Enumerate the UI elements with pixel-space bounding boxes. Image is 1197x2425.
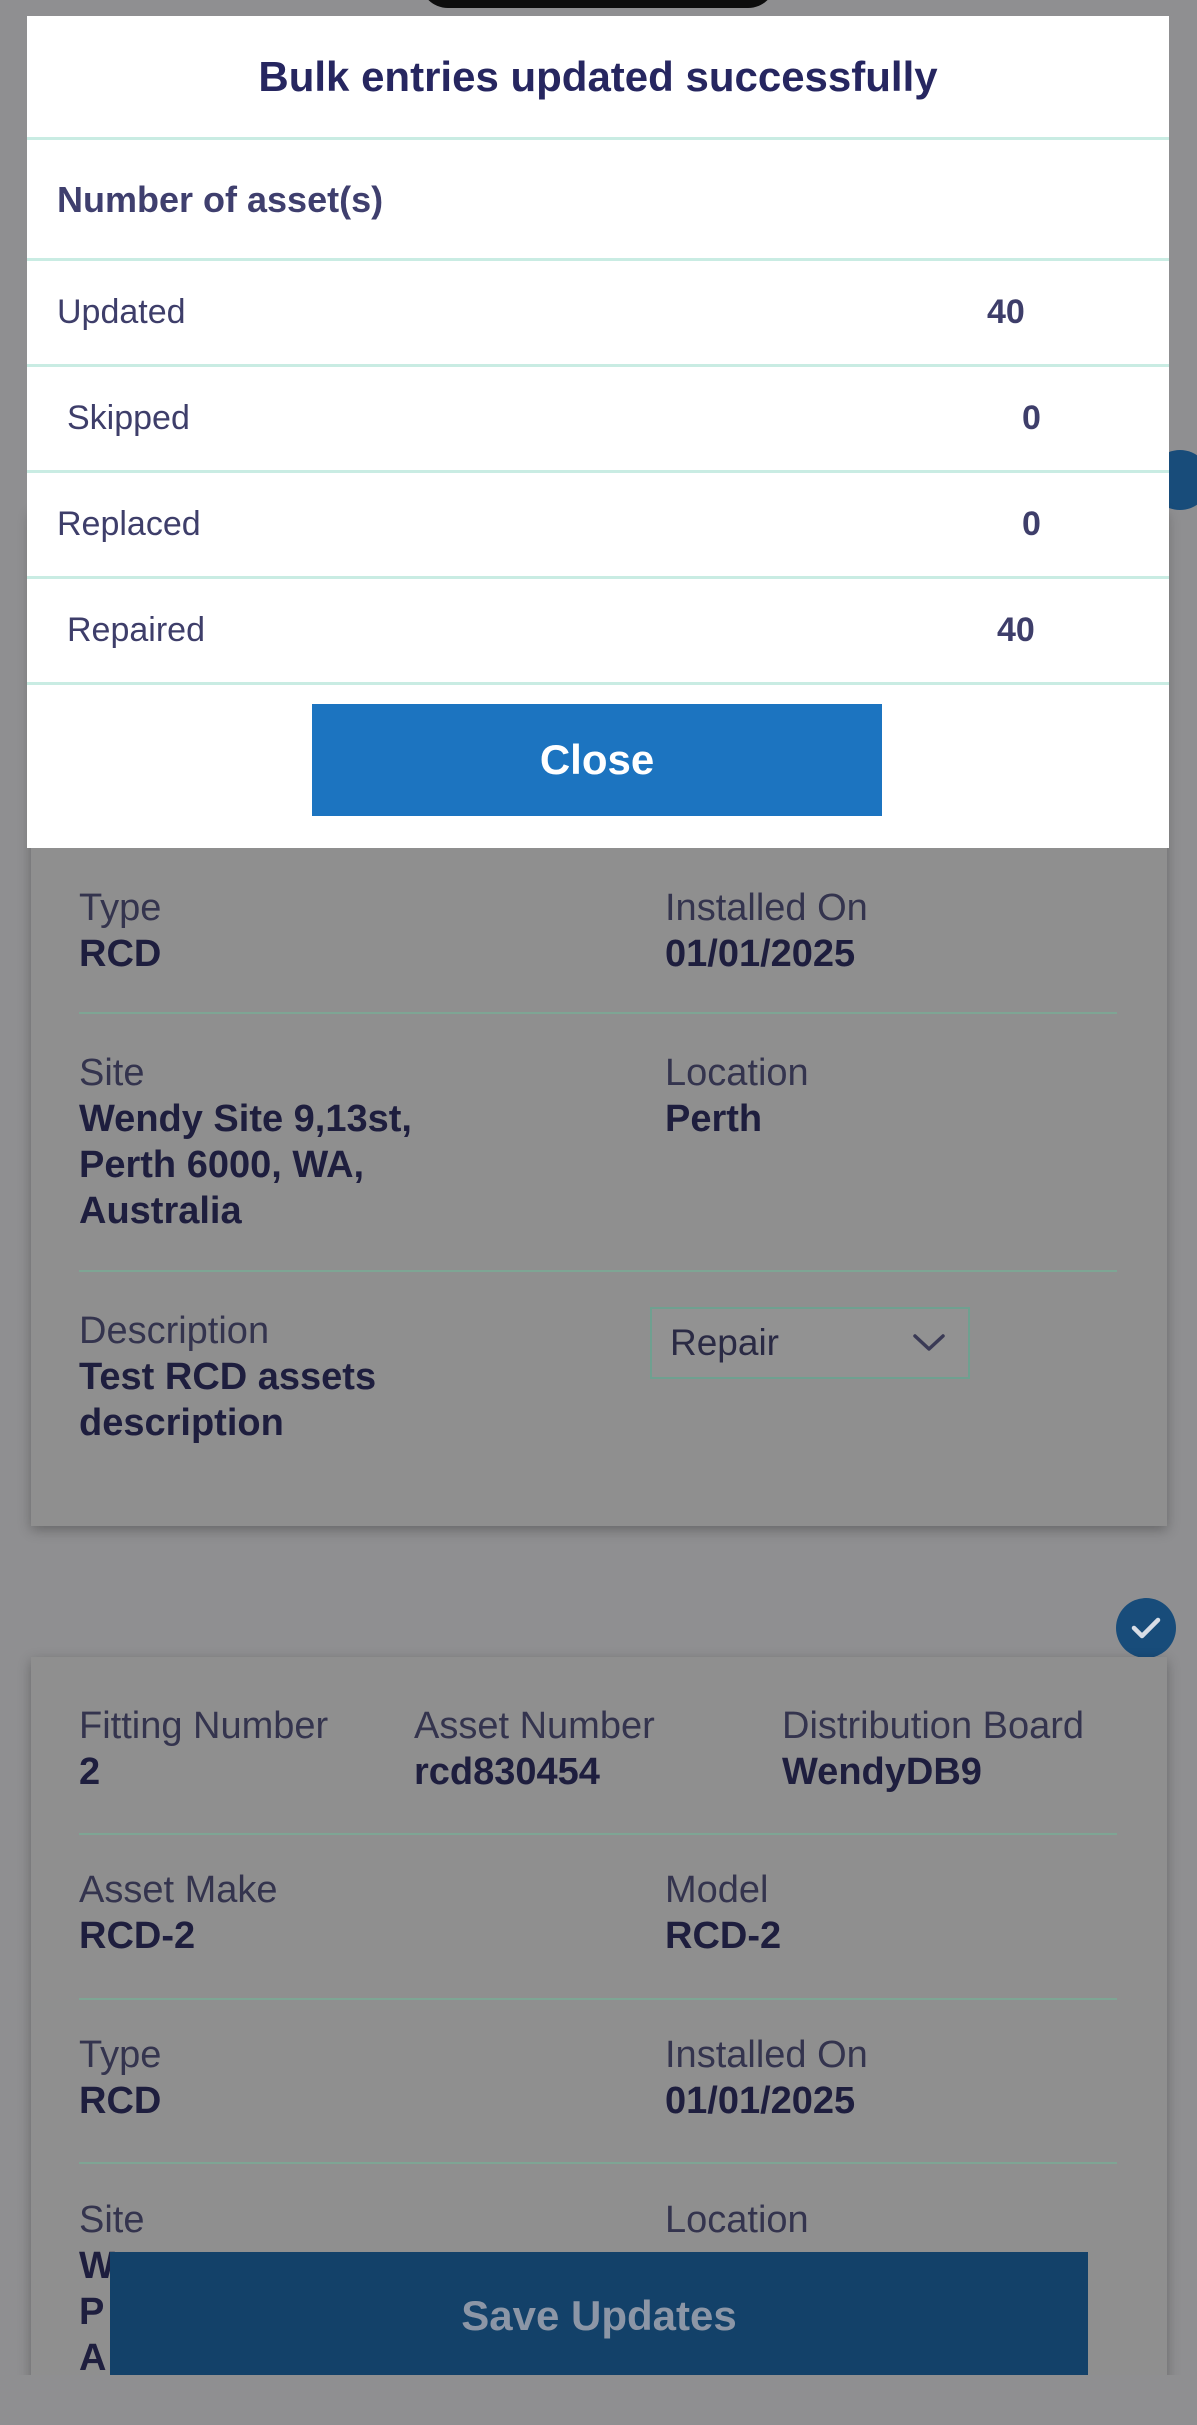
location-field: Location xyxy=(665,2197,809,2243)
asset-make-field: Asset Make RCD-2 xyxy=(79,1867,278,1959)
divider xyxy=(79,1012,1117,1014)
selected-checkbox[interactable] xyxy=(1116,1598,1176,1658)
installed-on-value: 01/01/2025 xyxy=(665,933,856,975)
site-field: Site Wendy Site 9,13st, Perth 6000, WA, … xyxy=(79,1050,412,1234)
description-value-line: description xyxy=(79,1402,284,1444)
type-field: Type RCD xyxy=(79,885,161,977)
stat-value: 40 xyxy=(997,611,1035,649)
asset-make-label: Asset Make xyxy=(79,1869,278,1911)
bottom-safe-area xyxy=(0,2375,1197,2425)
divider xyxy=(79,1270,1117,1272)
fitting-number-value: 2 xyxy=(79,1751,101,1793)
site-label: Site xyxy=(79,2199,145,2241)
location-label: Location xyxy=(665,2199,809,2241)
type-value: RCD xyxy=(79,2080,162,2122)
modal-title: Bulk entries updated successfully xyxy=(258,53,938,100)
fitting-number-field: Fitting Number 2 xyxy=(79,1703,328,1795)
type-label: Type xyxy=(79,2034,162,2076)
site-label: Site xyxy=(79,1052,145,1094)
installed-on-field: Installed On 01/01/2025 xyxy=(665,885,868,977)
distribution-board-field: Distribution Board WendyDB9 xyxy=(782,1703,1084,1795)
asset-make-value: RCD-2 xyxy=(79,1915,196,1957)
type-label: Type xyxy=(79,887,162,929)
location-field: Location Perth xyxy=(665,1050,809,1142)
chevron-down-icon xyxy=(913,1334,945,1351)
stat-label: Repaired xyxy=(67,611,205,649)
bulk-update-result-modal: Bulk entries updated successfully Number… xyxy=(27,16,1169,848)
type-field: Type RCD xyxy=(79,2032,161,2124)
device-notch xyxy=(420,0,776,8)
stat-row-repaired: Repaired 40 xyxy=(27,579,1169,682)
model-field: Model RCD-2 xyxy=(665,1867,781,1959)
distribution-board-label: Distribution Board xyxy=(782,1705,1085,1747)
distribution-board-value: WendyDB9 xyxy=(782,1751,982,1793)
close-button[interactable]: Close xyxy=(312,704,882,816)
site-value-line: Australia xyxy=(79,1190,242,1232)
location-value: Perth xyxy=(665,1098,763,1140)
model-value: RCD-2 xyxy=(665,1915,782,1957)
asset-count-heading: Number of asset(s) xyxy=(57,179,384,220)
stat-value: 0 xyxy=(1022,505,1041,543)
stat-value: 0 xyxy=(1022,399,1041,437)
description-label: Description xyxy=(79,1310,270,1352)
installed-on-label: Installed On xyxy=(665,887,868,929)
stat-row-skipped: Skipped 0 xyxy=(27,367,1169,470)
divider xyxy=(27,682,1169,685)
description-value-line: Test RCD assets xyxy=(79,1356,377,1398)
installed-on-value: 01/01/2025 xyxy=(665,2080,856,2122)
asset-number-label: Asset Number xyxy=(414,1705,655,1747)
installed-on-label: Installed On xyxy=(665,2034,868,2076)
type-value: RCD xyxy=(79,933,162,975)
divider xyxy=(79,1833,1117,1835)
fitting-number-label: Fitting Number xyxy=(79,1705,329,1747)
checkmark-icon xyxy=(1131,1617,1161,1639)
save-updates-button[interactable]: Save Updates xyxy=(110,2252,1088,2380)
divider xyxy=(79,2162,1117,2164)
stat-label: Replaced xyxy=(57,505,201,543)
site-value-line: Perth 6000, WA, xyxy=(79,1144,365,1186)
site-value-line: Wendy Site 9,13st, xyxy=(79,1098,412,1140)
action-select[interactable]: Repair xyxy=(650,1307,970,1379)
stat-label: Skipped xyxy=(67,399,190,437)
asset-number-value: rcd830454 xyxy=(414,1751,600,1793)
stat-label: Updated xyxy=(57,293,186,331)
description-field: Description Test RCD assets description xyxy=(79,1308,376,1446)
stat-row-replaced: Replaced 0 xyxy=(27,473,1169,576)
asset-number-field: Asset Number rcd830454 xyxy=(414,1703,655,1795)
installed-on-field: Installed On 01/01/2025 xyxy=(665,2032,868,2124)
action-select-value: Repair xyxy=(670,1322,779,1363)
model-label: Model xyxy=(665,1869,769,1911)
location-label: Location xyxy=(665,1052,809,1094)
divider xyxy=(79,1998,1117,2000)
stat-row-updated: Updated 40 xyxy=(27,261,1169,364)
stat-value: 40 xyxy=(987,293,1025,331)
